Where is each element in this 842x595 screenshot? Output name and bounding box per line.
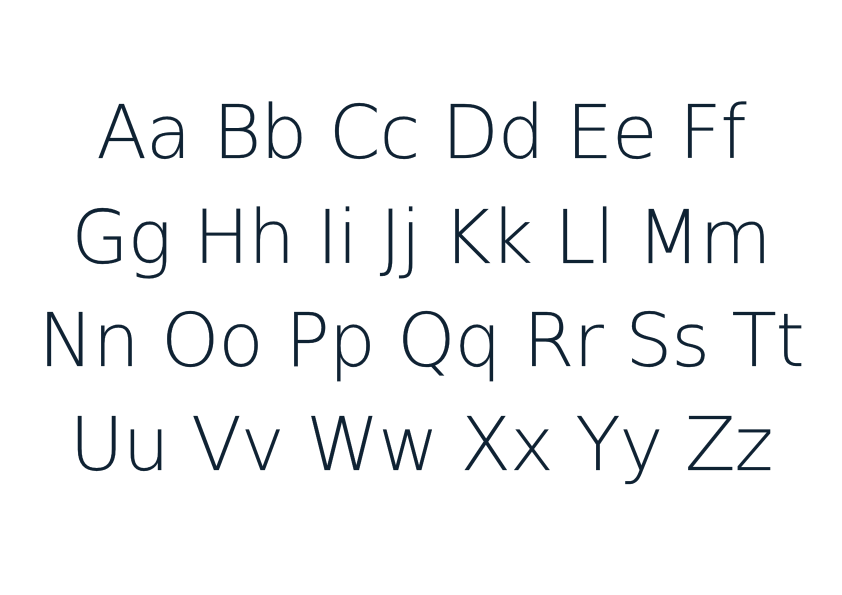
specimen-line-3: Nn Oo Pp Qq Rr Ss Tt — [38, 298, 805, 384]
specimen-line-1: Aa Bb Cc Dd Ee Ff — [96, 90, 746, 176]
alphabet-specimen: Aa Bb Cc Dd Ee Ff Gg Hh Ii Jj Kk Ll Mm N… — [0, 0, 842, 595]
specimen-line-2: Gg Hh Ii Jj Kk Ll Mm — [71, 195, 771, 281]
specimen-line-4: Uu Vv Ww Xx Yy Zz — [69, 402, 773, 488]
